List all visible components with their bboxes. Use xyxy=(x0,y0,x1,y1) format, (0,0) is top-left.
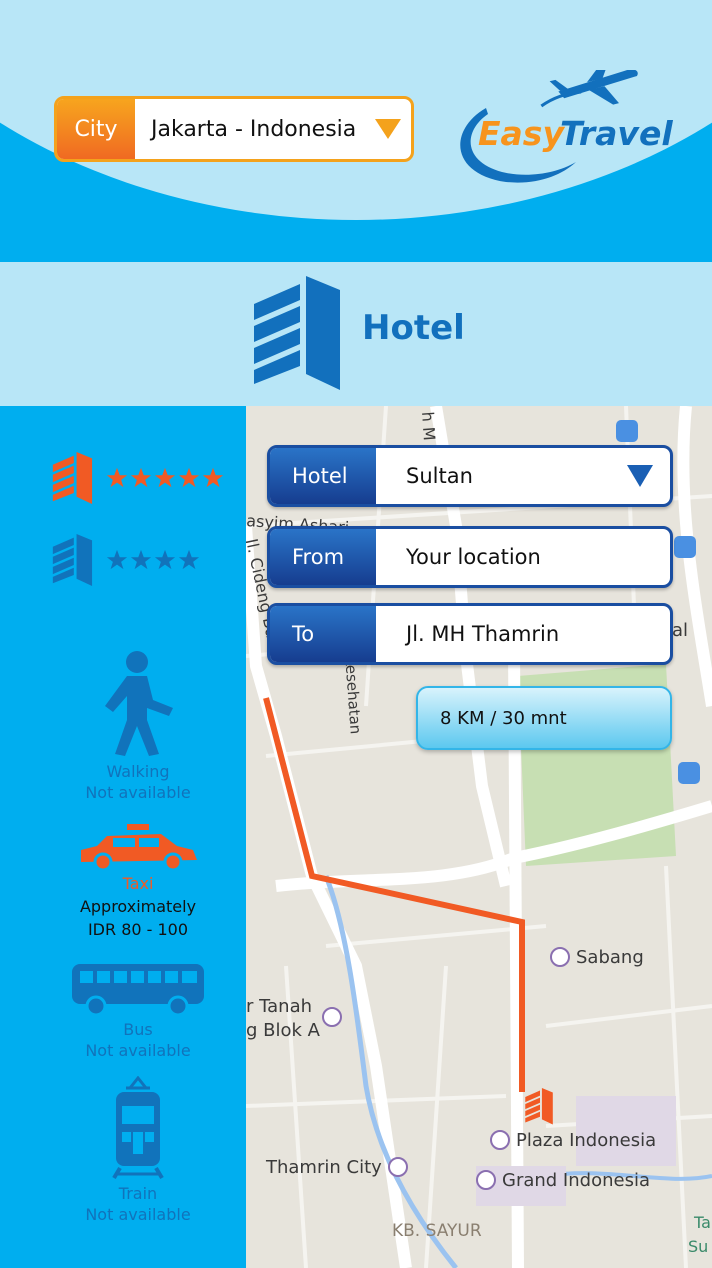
hotel-value: Sultan xyxy=(406,464,473,488)
mode-name: Bus xyxy=(123,1020,153,1039)
star-icon xyxy=(154,549,176,570)
app-header: City Jakarta - Indonesia Easy Travel xyxy=(0,0,712,262)
place-label-su: Su xyxy=(688,1237,708,1256)
four-stars xyxy=(106,549,200,571)
to-field[interactable]: To Jl. MH Thamrin xyxy=(267,603,673,665)
transport-sidebar: Walking Not available Taxi Approximately… xyxy=(0,406,246,1268)
street-label-tanah: r Tanah xyxy=(246,996,312,1017)
easy-travel-logo: Easy Travel xyxy=(446,58,676,190)
dropdown-arrow-icon[interactable] xyxy=(610,448,670,504)
mode-status: Not available xyxy=(85,783,191,802)
place-label-al: al xyxy=(672,620,688,641)
logo-travel-text: Travel xyxy=(560,114,673,153)
bus-icon xyxy=(72,964,204,1017)
city-selector[interactable]: City Jakarta - Indonesia xyxy=(54,96,414,162)
from-field[interactable]: From Your location xyxy=(267,526,673,588)
rating-filter-5-stars[interactable] xyxy=(50,452,224,504)
star-icon xyxy=(178,549,200,570)
hotel-building-icon xyxy=(250,276,342,394)
star-icon xyxy=(202,467,224,488)
star-icon xyxy=(106,467,128,488)
rating-filter-4-stars[interactable] xyxy=(50,534,200,586)
category-banner: Hotel xyxy=(0,262,712,406)
distance-badge: 8 KM / 30 mnt xyxy=(416,686,672,750)
place-label-thamrin-city: Thamrin City xyxy=(265,1157,382,1178)
transport-mode-walking[interactable]: Walking Not available xyxy=(0,650,276,802)
place-label-ta: Ta xyxy=(693,1213,711,1232)
star-icon xyxy=(130,467,152,488)
place-label-kb-sayur: KB. SAYUR xyxy=(392,1221,482,1241)
mode-name: Walking xyxy=(106,762,170,781)
category-title: Hotel xyxy=(362,308,465,348)
star-icon xyxy=(154,467,176,488)
place-label-sabang: Sabang xyxy=(576,947,644,968)
mode-status-line1: Approximately xyxy=(79,897,197,916)
walking-person-icon xyxy=(105,651,173,756)
star-icon xyxy=(106,549,128,570)
mode-status-line2: IDR 80 - 100 xyxy=(87,920,189,939)
transport-mode-taxi[interactable]: Taxi Approximately IDR 80 - 100 xyxy=(0,824,276,941)
street-label-blok: g Blok A xyxy=(246,1020,321,1041)
to-value: Jl. MH Thamrin xyxy=(406,622,560,646)
to-label: To xyxy=(270,606,376,662)
mode-status: Not available xyxy=(85,1205,191,1224)
transport-mode-bus[interactable]: Bus Not available xyxy=(0,962,276,1060)
star-icon xyxy=(130,549,152,570)
five-stars xyxy=(106,467,224,489)
city-label: City xyxy=(57,99,135,159)
city-value: Jakarta - Indonesia xyxy=(151,116,357,142)
place-label-grand-indonesia: Grand Indonesia xyxy=(502,1170,650,1191)
hotel-building-icon xyxy=(52,452,93,504)
hotel-label: Hotel xyxy=(270,448,376,504)
transport-mode-train[interactable]: Train Not available xyxy=(0,1075,276,1224)
from-label: From xyxy=(270,529,376,585)
street-label-mh: h M xyxy=(418,411,439,441)
train-icon xyxy=(112,1075,164,1180)
mode-status: Not available xyxy=(85,1041,191,1060)
star-icon xyxy=(178,467,200,488)
place-label-plaza-indonesia: Plaza Indonesia xyxy=(516,1130,656,1151)
mode-name: Taxi xyxy=(122,874,154,893)
taxi-car-icon xyxy=(81,824,197,872)
hotel-select[interactable]: Hotel Sultan xyxy=(267,445,673,507)
logo-easy-text: Easy xyxy=(478,114,565,153)
destination-hotel-icon xyxy=(525,1088,553,1125)
dropdown-arrow-icon[interactable] xyxy=(365,99,411,159)
from-value: Your location xyxy=(406,545,541,569)
mode-name: Train xyxy=(118,1184,158,1203)
hotel-building-icon xyxy=(52,534,93,586)
